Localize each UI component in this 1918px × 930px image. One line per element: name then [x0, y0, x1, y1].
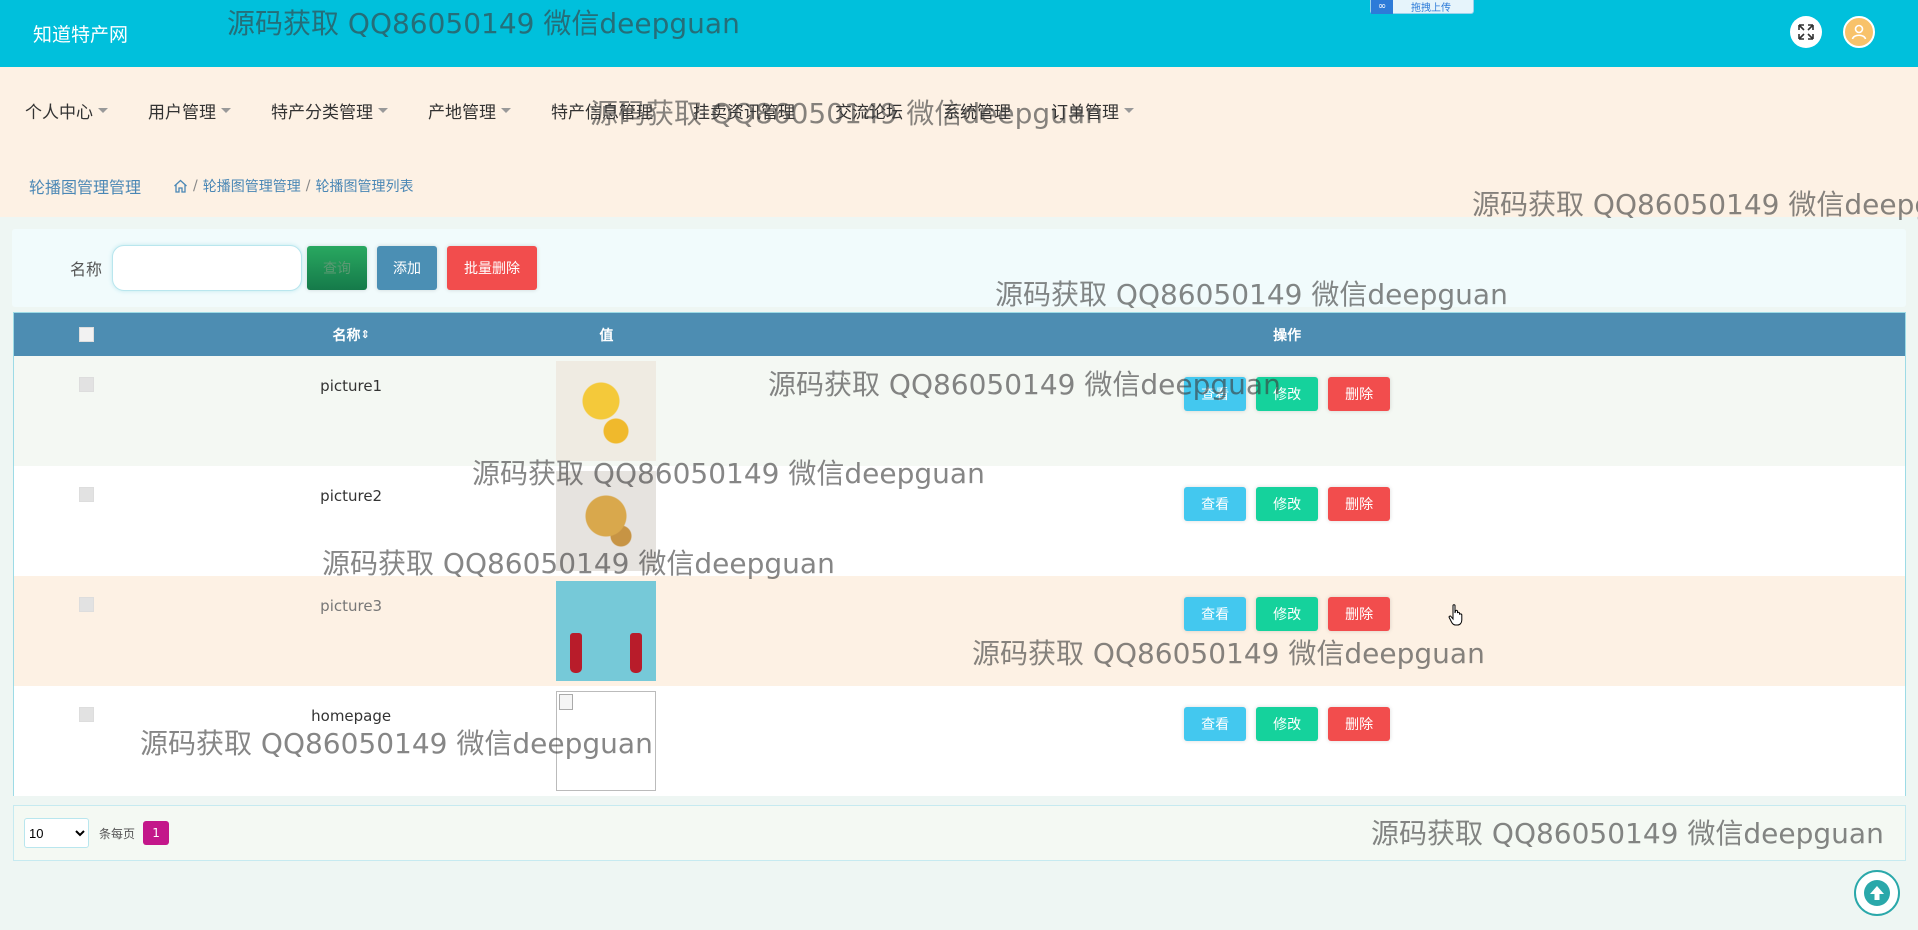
- breadcrumb-separator: /: [305, 177, 311, 194]
- caret-down-icon: [501, 108, 511, 113]
- view-button[interactable]: 查看: [1184, 707, 1247, 741]
- table-row: picture2 查看 修改 删除: [14, 466, 1905, 576]
- edit-button[interactable]: 修改: [1256, 597, 1319, 631]
- pagination-bar: 10 条每页 1: [13, 805, 1906, 861]
- page-title: 轮播图管理管理: [29, 177, 142, 197]
- nav-item-system-management[interactable]: 系统管理: [943, 98, 1011, 123]
- row-name: homepage: [311, 707, 392, 725]
- nav-item-category-management[interactable]: 特产分类管理: [271, 98, 388, 123]
- per-page-label: 条每页: [99, 826, 136, 841]
- column-header-value: 值: [599, 327, 614, 344]
- edit-button[interactable]: 修改: [1256, 707, 1319, 741]
- nav-item-news-management[interactable]: 挂卖资讯管理: [693, 98, 795, 123]
- add-button[interactable]: 添加: [377, 246, 438, 290]
- nav-item-order-management[interactable]: 订单管理: [1051, 98, 1134, 123]
- table-row: picture3 查看 修改 删除: [14, 576, 1905, 686]
- broken-image-icon: [559, 694, 574, 710]
- broken-image-thumbnail: [556, 691, 657, 791]
- nav-item-forum[interactable]: 交流论坛: [835, 98, 903, 123]
- column-header-actions: 操作: [1273, 327, 1302, 344]
- breadcrumb: / 轮播图管理管理 / 轮播图管理列表: [173, 176, 413, 196]
- nav-item-personal-center[interactable]: 个人中心: [25, 98, 108, 123]
- top-header: 知道特产网 ∞ 拖拽上传: [0, 0, 1918, 67]
- row-name: picture3: [320, 597, 383, 615]
- page-button-current[interactable]: 1: [143, 821, 170, 845]
- row-checkbox[interactable]: [78, 597, 94, 612]
- main-nav: 个人中心 用户管理 特产分类管理 产地管理 特产信息管理 挂卖资讯管理 交流论坛…: [0, 67, 1918, 154]
- row-name: picture2: [320, 487, 383, 505]
- nav-item-user-management[interactable]: 用户管理: [148, 98, 231, 123]
- name-search-input[interactable]: [112, 245, 303, 291]
- upload-widget[interactable]: ∞ 拖拽上传: [1370, 0, 1474, 14]
- table-row: homepage 查看 修改 删除: [14, 686, 1905, 796]
- caret-down-icon: [221, 108, 231, 113]
- row-checkbox[interactable]: [78, 487, 94, 502]
- food-image-thumbnail: [556, 361, 657, 461]
- sort-icon: ⇕: [360, 328, 370, 341]
- fullscreen-icon: [1798, 24, 1814, 40]
- table-row: picture1 查看 修改 删除: [14, 356, 1905, 466]
- site-logo[interactable]: 知道特产网: [33, 20, 128, 47]
- breadcrumb-item-module[interactable]: 轮播图管理管理: [203, 176, 301, 196]
- delete-button[interactable]: 删除: [1328, 377, 1391, 411]
- nav-item-origin-management[interactable]: 产地管理: [428, 98, 511, 123]
- back-to-top-button[interactable]: [1854, 870, 1900, 916]
- view-button[interactable]: 查看: [1184, 597, 1247, 631]
- bulk-delete-button[interactable]: 批量删除: [447, 246, 538, 290]
- caret-down-icon: [98, 108, 108, 113]
- search-panel: 名称 查询 添加 批量删除: [12, 229, 1906, 307]
- upload-label: 拖拽上传: [1411, 3, 1451, 14]
- user-icon: [1851, 24, 1867, 40]
- search-button[interactable]: 查询: [307, 246, 368, 290]
- caret-down-icon: [378, 108, 388, 113]
- delete-button[interactable]: 删除: [1328, 707, 1391, 741]
- hand-cursor-icon: [1448, 604, 1463, 626]
- carousel-table: 名称 ⇕ 值 操作 picture1 查看 修改 删除 picture2 查看 修…: [13, 312, 1906, 796]
- view-button[interactable]: 查看: [1184, 377, 1247, 411]
- link-icon: ∞: [1371, 0, 1393, 14]
- user-avatar-button[interactable]: [1843, 16, 1875, 48]
- caret-down-icon: [1124, 108, 1134, 113]
- arrow-up-icon: [1864, 880, 1890, 906]
- delete-button[interactable]: 删除: [1328, 487, 1391, 521]
- column-header-name[interactable]: 名称 ⇕: [159, 325, 544, 345]
- page-size-select[interactable]: 10: [24, 818, 89, 848]
- edit-button[interactable]: 修改: [1256, 487, 1319, 521]
- nav-item-product-management[interactable]: 特产信息管理: [551, 98, 653, 123]
- edit-button[interactable]: 修改: [1256, 377, 1319, 411]
- table-header: 名称 ⇕ 值 操作: [14, 313, 1905, 356]
- name-filter-label: 名称: [70, 260, 103, 279]
- breadcrumb-separator: /: [193, 177, 198, 194]
- row-checkbox[interactable]: [78, 707, 94, 722]
- home-icon[interactable]: [173, 179, 188, 193]
- select-all-checkbox[interactable]: [78, 327, 94, 342]
- bottles-image-thumbnail: [556, 581, 657, 681]
- breadcrumb-bar: 轮播图管理管理 / 轮播图管理管理 / 轮播图管理列表: [0, 154, 1918, 217]
- breadcrumb-item-list: 轮播图管理列表: [315, 178, 414, 195]
- fullscreen-button[interactable]: [1790, 16, 1822, 48]
- view-button[interactable]: 查看: [1184, 487, 1247, 521]
- row-name: picture1: [320, 377, 383, 395]
- row-checkbox[interactable]: [78, 377, 94, 392]
- food-image-thumbnail: [556, 471, 657, 571]
- delete-button[interactable]: 删除: [1328, 597, 1391, 631]
